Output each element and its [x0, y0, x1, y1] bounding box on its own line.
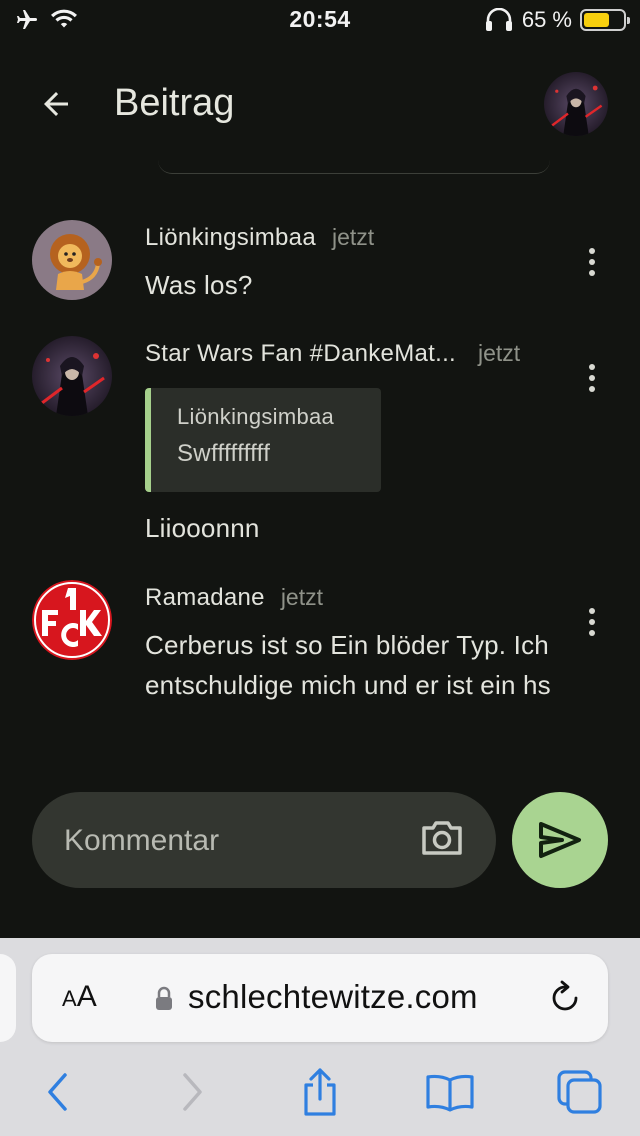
comment-text: Liiooonnn [145, 513, 260, 543]
url-text: schlechtewitze.com [188, 978, 478, 1015]
comment-author[interactable]: Star Wars Fan #DankeMat... [145, 340, 456, 368]
share-icon [304, 1068, 336, 1116]
quoted-text: Swfffffffff [177, 440, 271, 467]
back-icon [48, 1073, 67, 1111]
comment-more-button[interactable] [580, 358, 604, 398]
arrow-left-icon [44, 92, 68, 116]
comment-item: Star Wars Fan #DankeMat... jetzt Liönkin… [0, 336, 640, 546]
share-button[interactable] [290, 1062, 350, 1122]
comment-header: Liönkingsimbaa jetzt [145, 224, 374, 252]
user-avatar[interactable] [544, 72, 608, 136]
previous-tab-edge[interactable] [0, 954, 16, 1042]
comment-time: jetzt [478, 340, 521, 366]
browser-back-button[interactable] [28, 1062, 88, 1122]
status-bar: 20:54 65 % [0, 0, 640, 40]
post-card-edge [158, 160, 550, 174]
headphones-icon [485, 8, 512, 31]
comment-item: Liönkingsimbaa jetzt Was los? [0, 220, 640, 310]
comment-time: jetzt [331, 224, 375, 250]
bookmarks-icon [426, 1074, 474, 1112]
quoted-reply[interactable]: Liönkingsimbaa Swfffffffff [145, 388, 381, 492]
browser-toolbar [0, 1062, 640, 1122]
reload-icon[interactable] [548, 980, 582, 1016]
app-bar: Beitrag [0, 40, 640, 170]
tabs-icon [557, 1070, 602, 1114]
battery-percent: 65 % [521, 7, 572, 32]
comment-header: Star Wars Fan #DankeMat... jetzt [145, 340, 520, 368]
battery-icon [580, 9, 630, 31]
quoted-author: Liönkingsimbaa [177, 404, 335, 429]
send-icon [539, 822, 581, 858]
comment-author[interactable]: Liönkingsimbaa [145, 224, 316, 252]
camera-icon-shape [422, 821, 462, 855]
browser-chrome: AA schlechtewitze.com [0, 938, 640, 1136]
tabs-button[interactable] [550, 1062, 610, 1122]
comment-more-button[interactable] [580, 602, 604, 642]
comment-header: Ramadane jetzt [145, 584, 323, 612]
status-right: 65 % [484, 7, 630, 33]
comment-text: Cerberus ist so Ein blöder Typ. Ich ents… [145, 630, 551, 700]
comment-time: jetzt [280, 584, 323, 610]
send-button[interactable] [512, 792, 608, 888]
comment-item: Ramadane jetzt Cerberus ist so Ein blöde… [0, 580, 640, 750]
lion-avatar-image [32, 220, 112, 300]
lock-icon [156, 986, 172, 1010]
comment-more-button[interactable] [580, 242, 604, 282]
forward-icon [183, 1073, 202, 1111]
comment-author[interactable]: Ramadane [145, 584, 265, 612]
reader-text-size-button[interactable]: AA [62, 980, 97, 1014]
lion-avatar[interactable] [32, 220, 112, 300]
browser-forward-button[interactable] [162, 1062, 222, 1122]
sith-avatar-image [544, 72, 608, 136]
fck-logo-image [32, 580, 112, 660]
fck-logo-avatar[interactable] [32, 580, 112, 660]
comment-input[interactable]: Kommentar [32, 792, 496, 888]
bookmarks-button[interactable] [420, 1062, 480, 1122]
page-title: Beitrag [114, 82, 235, 124]
sith-avatar[interactable] [32, 336, 112, 416]
comment-text: Was los? [145, 270, 253, 300]
back-button[interactable] [34, 82, 78, 126]
battery-fill [584, 13, 609, 27]
comment-placeholder: Kommentar [64, 824, 220, 857]
sith-avatar-image [32, 336, 112, 416]
address-bar[interactable]: AA schlechtewitze.com [32, 954, 608, 1042]
camera-icon[interactable] [420, 818, 464, 858]
